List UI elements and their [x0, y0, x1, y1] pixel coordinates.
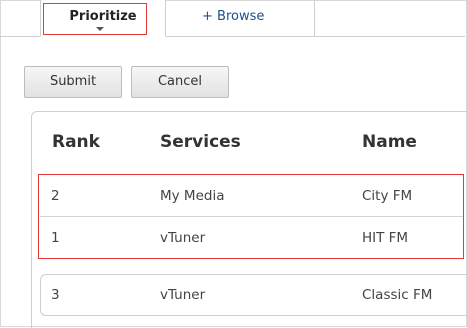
- tab-browse-label: + Browse: [202, 9, 265, 24]
- row-service: vTuner: [160, 287, 206, 303]
- submit-button[interactable]: Submit: [24, 66, 122, 98]
- row-rank: 3: [51, 287, 60, 303]
- column-header-name: Name: [362, 132, 417, 152]
- table-row[interactable]: 3 vTuner Classic FM: [40, 274, 467, 316]
- column-header-services: Services: [160, 132, 241, 152]
- rows-highlight-box: [38, 174, 464, 259]
- column-header-rank: Rank: [52, 132, 100, 152]
- tab-browse[interactable]: + Browse: [164, 0, 315, 36]
- row-name: Classic FM: [362, 287, 433, 303]
- cancel-button[interactable]: Cancel: [131, 66, 229, 98]
- tab-highlight-box: [43, 3, 147, 35]
